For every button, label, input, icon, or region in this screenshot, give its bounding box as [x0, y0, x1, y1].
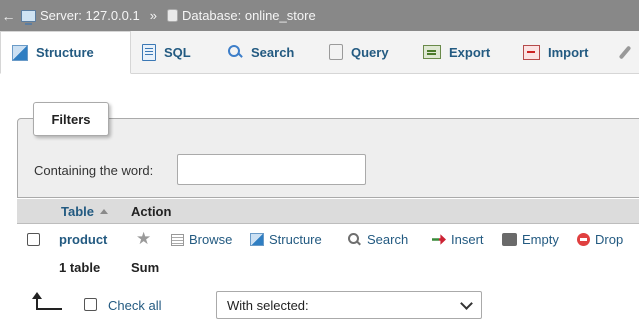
column-header-table[interactable]: Table [61, 204, 108, 219]
tab-structure[interactable]: Structure [0, 31, 131, 74]
filters-legend: Filters [33, 102, 109, 136]
breadcrumb-bar: ← Server: 127.0.0.1 » Database: online_s… [0, 0, 639, 31]
back-arrow-icon[interactable]: ← [0, 8, 17, 24]
search-icon [348, 233, 362, 246]
table-name-link[interactable]: product [59, 232, 107, 247]
empty-action[interactable]: Empty [502, 232, 559, 247]
search-action[interactable]: Search [348, 232, 408, 247]
summary-row [17, 255, 639, 281]
import-icon [523, 44, 540, 60]
tab-import-label: Import [548, 44, 589, 60]
sum-label: Sum [131, 260, 160, 275]
browse-icon [171, 233, 184, 246]
sql-icon [142, 43, 156, 61]
breadcrumb-separator: » [149, 8, 157, 23]
tab-import[interactable]: Import [512, 31, 610, 73]
drop-icon [577, 233, 590, 246]
query-icon [329, 44, 343, 60]
search-action-label: Search [367, 232, 409, 247]
column-header-action: Action [131, 204, 172, 219]
tab-bar: Structure SQL Search Query Export Import [0, 31, 639, 74]
check-all-label[interactable]: Check all [108, 298, 161, 313]
insert-icon [432, 234, 446, 245]
filter-word-input[interactable] [177, 154, 366, 185]
table-header-row [17, 199, 639, 224]
insert-action-label: Insert [451, 232, 484, 247]
column-header-table-label: Table [61, 204, 94, 219]
with-selected-dropdown[interactable]: With selected: [216, 291, 482, 319]
insert-action[interactable]: Insert [432, 232, 484, 247]
breadcrumb: Server: 127.0.0.1 » Database: online_sto… [21, 8, 316, 25]
check-all-checkbox[interactable] [84, 298, 97, 311]
breadcrumb-database-link[interactable]: Database: online_store [182, 8, 316, 23]
export-icon [423, 45, 441, 59]
tab-export-label: Export [449, 44, 491, 60]
drop-action-label: Drop [595, 232, 624, 247]
tab-sql-label: SQL [164, 44, 191, 60]
star-icon: ★ [136, 229, 152, 248]
tab-search[interactable]: Search [216, 31, 318, 73]
breadcrumb-server-link[interactable]: Server: 127.0.0.1 [40, 8, 140, 23]
tab-export[interactable]: Export [412, 31, 512, 73]
wrench-icon [618, 45, 632, 59]
empty-action-label: Empty [522, 232, 559, 247]
tab-query-label: Query [351, 44, 389, 60]
structure-icon [12, 44, 28, 61]
sort-ascending-icon [100, 209, 108, 214]
tab-query[interactable]: Query [318, 31, 412, 73]
empty-icon [502, 233, 517, 246]
filter-word-label: Containing the word: [34, 163, 154, 178]
structure-action[interactable]: Structure [250, 232, 322, 247]
favorite-button[interactable]: ★ [136, 229, 152, 248]
search-icon [227, 44, 243, 60]
server-icon [21, 9, 36, 25]
drop-action[interactable]: Drop [577, 232, 623, 247]
structure-action-label: Structure [269, 232, 322, 247]
with-selected-value: With selected: [227, 297, 309, 313]
tab-operations[interactable] [610, 31, 639, 73]
structure-icon [250, 233, 264, 246]
tab-search-label: Search [251, 44, 295, 60]
browse-action[interactable]: Browse [171, 232, 232, 247]
row-checkbox[interactable] [27, 233, 40, 246]
table-count: 1 table [59, 260, 101, 275]
database-icon [166, 9, 178, 22]
browse-action-label: Browse [189, 232, 233, 247]
select-arrow-icon [31, 292, 65, 314]
tab-structure-label: Structure [36, 45, 94, 60]
tab-sql[interactable]: SQL [131, 31, 216, 73]
chevron-down-icon [460, 296, 473, 310]
